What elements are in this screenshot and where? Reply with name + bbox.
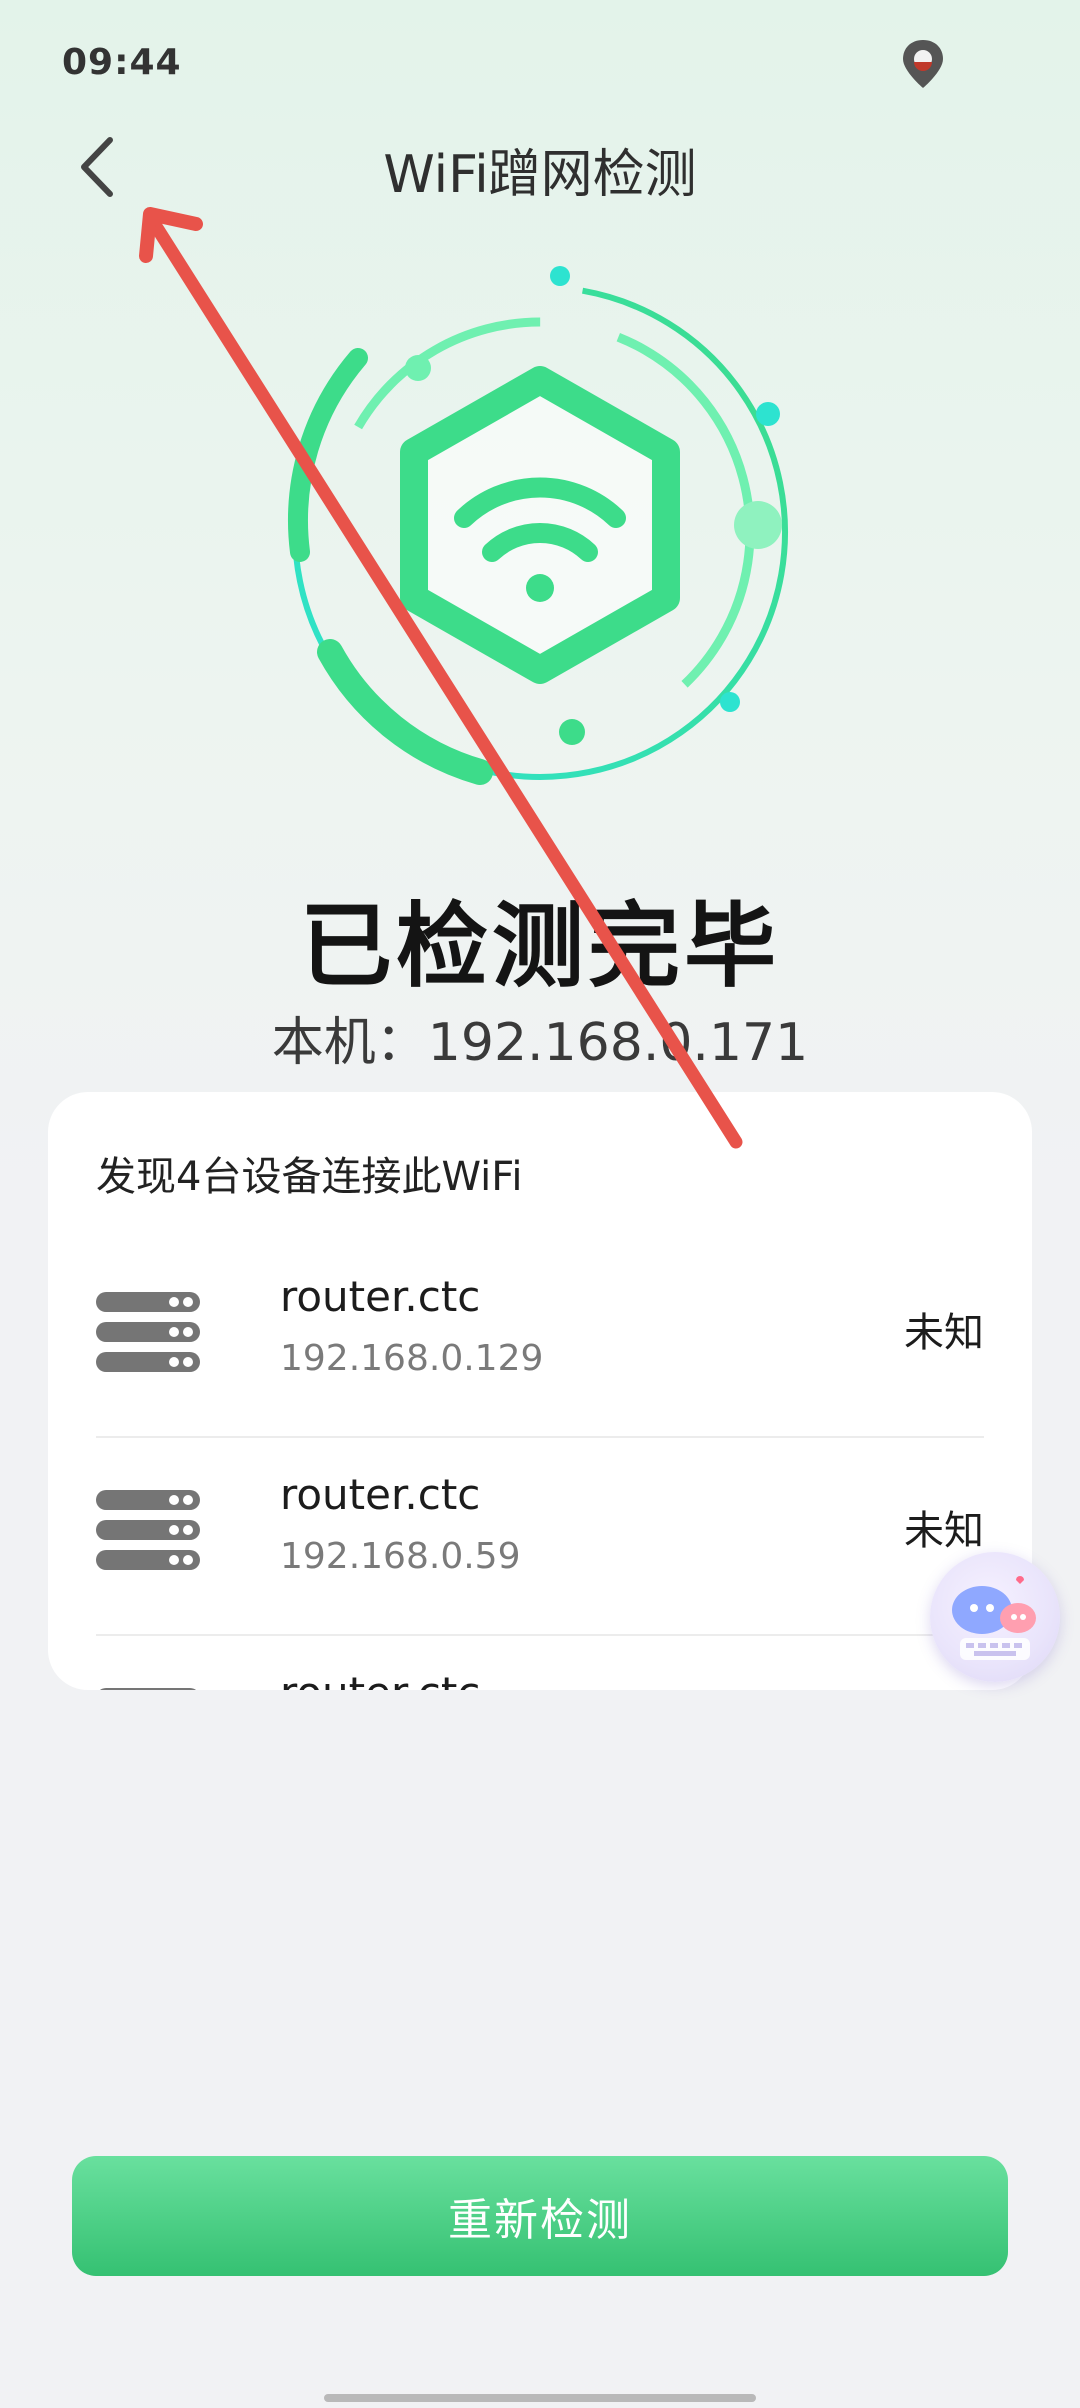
local-ip-label: 本机：192.168.0.171 (271, 1013, 809, 1073)
server-icon (100, 1688, 196, 1690)
device-status: 未知 (904, 1508, 984, 1554)
device-status: 未知 (904, 1310, 984, 1356)
page-title: WiFi蹭网检测 (383, 145, 697, 205)
location-pin-icon (903, 40, 943, 88)
status-time: 09:44 (62, 42, 182, 83)
device-ip: 192.168.0.129 (280, 1338, 544, 1379)
wifi-hexagon-icon (288, 266, 788, 785)
status-bar: 09:44 (0, 0, 1080, 120)
device-row[interactable]: router.ctc 192.168.0.129 未知 (96, 1238, 984, 1438)
device-name: router.ctc (280, 1668, 480, 1690)
rescan-button[interactable]: 重新检测 (72, 2156, 1008, 2276)
device-name: router.ctc (280, 1272, 481, 1321)
assistant-button[interactable] (930, 1552, 1060, 1682)
device-row[interactable]: router.ctc (96, 1634, 984, 1690)
device-name: router.ctc (280, 1470, 481, 1519)
scan-status-title: 已检测完毕 (299, 893, 780, 1000)
device-ip: 192.168.0.59 (280, 1536, 521, 1577)
device-count-header: 发现4台设备连接此WiFi (96, 1154, 523, 1200)
server-icon (96, 1292, 200, 1372)
server-icon (96, 1490, 200, 1570)
device-list-card: 发现4台设备连接此WiFi router.ctc 192.168.0.129 未… (48, 1092, 1032, 1690)
device-row[interactable]: router.ctc 192.168.0.59 未知 (96, 1436, 984, 1636)
home-indicator[interactable] (324, 2394, 756, 2402)
chat-assistant-icon (952, 1576, 1036, 1660)
